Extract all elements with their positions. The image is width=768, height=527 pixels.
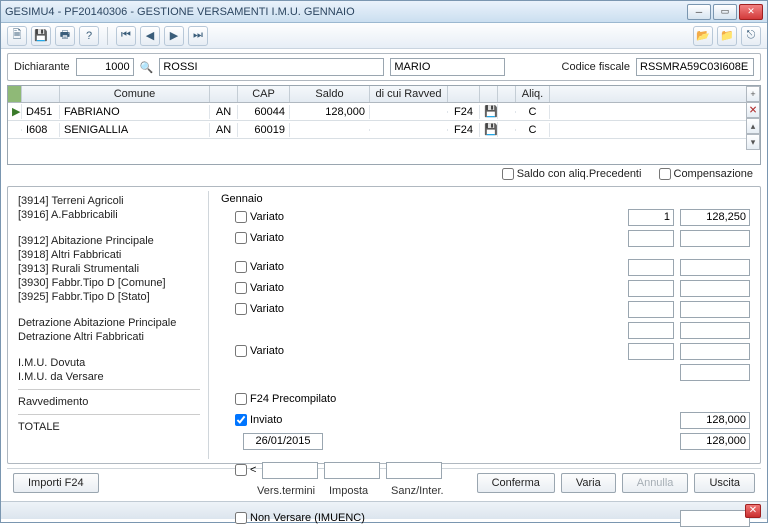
list-item: [3925] Fabbr.Tipo D [Stato] <box>18 291 200 303</box>
inviato-value: 128,000 <box>680 412 750 429</box>
variato-checkbox[interactable]: Variato <box>235 232 284 244</box>
list-item: TOTALE <box>18 421 200 433</box>
fiscal-code-field <box>636 58 754 76</box>
col-ravved[interactable]: di cui Ravved <box>370 86 448 102</box>
col-cap[interactable]: CAP <box>238 86 290 102</box>
variato-checkbox[interactable]: Variato <box>235 345 284 357</box>
nav-next-icon[interactable]: ▶ <box>164 26 184 46</box>
minimize-button[interactable]: ─ <box>687 4 711 20</box>
toolbar-separator <box>107 27 108 45</box>
variato-checkbox[interactable]: Variato <box>235 211 284 223</box>
list-item: [3918] Altri Fabbricati <box>18 249 200 261</box>
non-versare-checkbox[interactable]: Non Versare (IMUENC) <box>235 512 365 524</box>
help-icon[interactable]: ? <box>79 26 99 46</box>
col-saldo[interactable]: Saldo <box>290 86 370 102</box>
exit-icon[interactable]: ⎋ <box>741 26 761 46</box>
table-row[interactable]: ▶ D451 FABRIANO AN 60044 128,000 F24 💾 C <box>8 103 760 121</box>
list-item: [3930] Fabbr.Tipo D [Comune] <box>18 277 200 289</box>
col-aliq[interactable]: Aliq. <box>516 86 550 102</box>
status-close-icon[interactable]: ✕ <box>745 504 761 518</box>
table-row[interactable]: I608 SENIGALLIA AN 60019 F24 💾 C <box>8 121 760 139</box>
new-icon[interactable]: 🗎 <box>7 26 27 46</box>
toolbar: 🗎 💾 🖶 ? ⏮ ◀ ▶ ⏭ 📂 📁 ⎋ <box>1 23 767 49</box>
declarer-label: Dichiarante <box>14 61 70 73</box>
date-field[interactable]: 26/01/2015 <box>243 433 323 450</box>
folder-open-icon[interactable]: 📂 <box>693 26 713 46</box>
gennaio-column: Gennaio Variato1128,250 Variato Variato … <box>213 191 754 459</box>
grid-scroll-up[interactable]: ▴ <box>746 118 760 134</box>
saldo-precedenti-checkbox[interactable]: Saldo con aliq.Precedenti <box>502 168 642 180</box>
uscita-button[interactable]: Uscita <box>694 473 755 493</box>
nav-last-icon[interactable]: ⏭ <box>188 26 208 46</box>
maximize-button[interactable]: ▭ <box>713 4 737 20</box>
declarer-panel: Dichiarante 🔍 Codice fiscale <box>7 53 761 81</box>
grid-scroll-down[interactable]: ▾ <box>746 134 760 150</box>
annulla-button: Annulla <box>622 473 689 493</box>
surname-input[interactable] <box>159 58 384 76</box>
nav-prev-icon[interactable]: ◀ <box>140 26 160 46</box>
variato-checkbox[interactable]: Variato <box>235 261 284 273</box>
title-bar: GESIMU4 - PF20140306 - GESTIONE VERSAMEN… <box>1 1 767 23</box>
list-item: Detrazione Altri Fabbricati <box>18 331 200 343</box>
list-item: I.M.U. da Versare <box>18 371 200 383</box>
value-field: 128,250 <box>680 209 750 226</box>
list-item: [3914] Terreni Agricoli <box>18 195 200 207</box>
lt-checkbox[interactable]: < <box>235 464 256 476</box>
disk-icon[interactable]: 💾 <box>480 122 498 137</box>
inviato-checkbox[interactable]: Inviato <box>235 414 282 426</box>
list-item: Detrazione Abitazione Principale <box>18 317 200 329</box>
compensazione-checkbox[interactable]: Compensazione <box>659 168 754 180</box>
disk-icon[interactable]: 💾 <box>480 104 498 119</box>
date-value: 128,000 <box>680 433 750 450</box>
detail-panel: [3914] Terreni Agricoli [3916] A.Fabbric… <box>7 186 761 464</box>
name-input[interactable] <box>390 58 505 76</box>
list-item: Ravvedimento <box>18 396 200 408</box>
close-button[interactable]: ✕ <box>739 4 763 20</box>
options-row: Saldo con aliq.Precedenti Compensazione <box>7 165 761 186</box>
list-item: [3916] A.Fabbricabili <box>18 209 200 221</box>
save-icon[interactable]: 💾 <box>31 26 51 46</box>
gennaio-header: Gennaio <box>221 193 750 205</box>
fiscal-label: Codice fiscale <box>562 61 630 73</box>
col-comune[interactable]: Comune <box>60 86 210 102</box>
declarer-code-input[interactable] <box>76 58 134 76</box>
f24-precompilato-checkbox[interactable]: F24 Precompilato <box>235 393 336 405</box>
category-list: [3914] Terreni Agricoli [3916] A.Fabbric… <box>14 191 209 459</box>
nav-first-icon[interactable]: ⏮ <box>116 26 136 46</box>
list-item: I.M.U. Dovuta <box>18 357 200 369</box>
grid-add-button[interactable]: + <box>746 86 760 102</box>
folder-icon[interactable]: 📁 <box>717 26 737 46</box>
importi-f24-button[interactable]: Importi F24 <box>13 473 99 493</box>
window-title: GESIMU4 - PF20140306 - GESTIONE VERSAMEN… <box>5 6 355 18</box>
lookup-icon[interactable]: 🔍 <box>140 61 154 74</box>
comuni-grid: Comune CAP Saldo di cui Ravved Aliq. ▶ D… <box>7 85 761 165</box>
print-icon[interactable]: 🖶 <box>55 26 75 46</box>
variato-checkbox[interactable]: Variato <box>235 282 284 294</box>
list-item: [3912] Abitazione Principale <box>18 235 200 247</box>
grid-remove-button[interactable]: 🗙 <box>746 102 760 118</box>
conferma-button[interactable]: Conferma <box>477 473 555 493</box>
variato-checkbox[interactable]: Variato <box>235 303 284 315</box>
list-item: [3913] Rurali Strumentali <box>18 263 200 275</box>
varia-button[interactable]: Varia <box>561 473 616 493</box>
count-field: 1 <box>628 209 674 226</box>
